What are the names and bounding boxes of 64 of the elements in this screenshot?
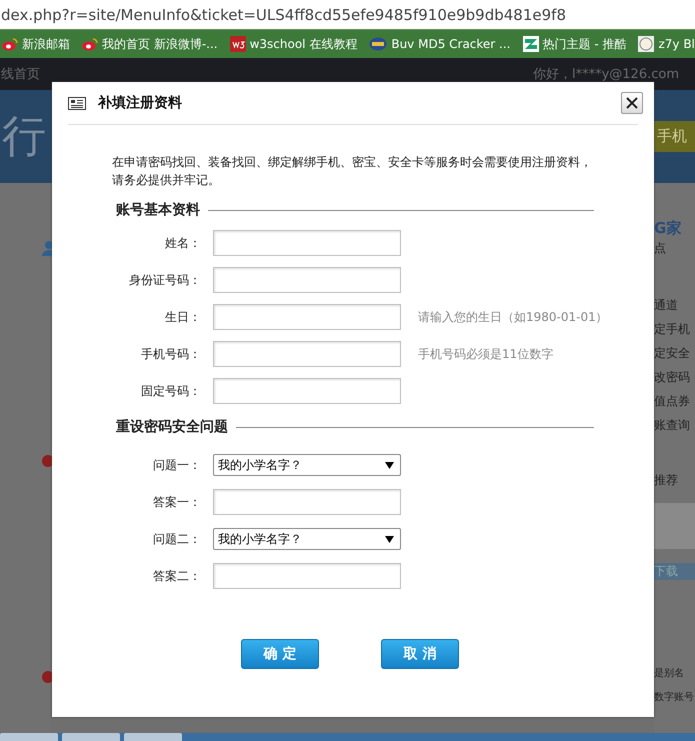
input-field[interactable] bbox=[213, 378, 401, 404]
question-dropdown[interactable]: 我的小学名字？ bbox=[213, 528, 401, 550]
logo-icon bbox=[522, 36, 538, 52]
bookmark[interactable]: Buv MD5 Cracker ... bbox=[369, 37, 510, 51]
field-label: 问题二： bbox=[152, 530, 201, 548]
bookmark[interactable]: w3school 在线教程 bbox=[230, 36, 358, 52]
note-text: 是别名 bbox=[654, 667, 685, 680]
side-link[interactable]: 通道 bbox=[654, 297, 695, 314]
field-label: 答案二： bbox=[152, 568, 201, 584]
field-label: 姓名： bbox=[164, 234, 201, 252]
taskbar-button[interactable] bbox=[124, 733, 182, 741]
address-bar[interactable]: dex.php?r=site/MenuInfo&ticket=ULS4ff8cd55efe9485f910e9b9db481e9f8 bbox=[0, 0, 695, 30]
side-title: G家 bbox=[654, 219, 682, 238]
input-field[interactable] bbox=[213, 563, 401, 589]
side-link[interactable]: 改密码 bbox=[654, 369, 695, 386]
input-field[interactable] bbox=[213, 341, 401, 367]
field-label: 生日： bbox=[164, 308, 201, 326]
banner-title: 行 bbox=[2, 110, 46, 164]
side-link[interactable]: 值点券 bbox=[654, 393, 695, 410]
download-button[interactable]: 下载 bbox=[654, 563, 695, 580]
side-link[interactable]: 账查询 bbox=[654, 417, 695, 434]
intro-text: 在申请密码找回、装备找回、绑定解绑手机、密宝、安全卡等服务时会需要使用注册资料，请务必提供并牢记。 bbox=[112, 154, 593, 189]
section-heading: 账号基本资料 bbox=[116, 201, 200, 219]
bookmark[interactable]: 我的首页 新浪微博-... bbox=[82, 36, 218, 52]
side-link[interactable]: 定手机 bbox=[654, 321, 695, 338]
input-field[interactable] bbox=[213, 304, 401, 330]
caret-icon bbox=[385, 462, 394, 468]
note-text: 数字账号 bbox=[654, 690, 695, 704]
taskbar-button[interactable] bbox=[0, 733, 58, 741]
bookmark[interactable]: z7y Bl bbox=[638, 36, 695, 52]
question-dropdown[interactable]: 我的小学名字？ bbox=[213, 454, 401, 476]
caret-icon bbox=[385, 536, 394, 542]
weibo-icon bbox=[2, 37, 18, 51]
bookmark[interactable]: 新浪邮箱 bbox=[2, 36, 70, 52]
dialog-button[interactable]: 取 消 bbox=[381, 639, 459, 669]
side-heading: 推荐 bbox=[654, 472, 679, 489]
avatar-icon bbox=[638, 36, 654, 52]
side-link[interactable]: 定安全 bbox=[654, 345, 695, 362]
dialog-button[interactable]: 确 定 bbox=[241, 639, 319, 669]
close-icon bbox=[626, 97, 638, 109]
hint-text: 手机号码必须是11位数字 bbox=[418, 346, 554, 362]
input-field[interactable] bbox=[213, 267, 401, 293]
field-label: 手机号码： bbox=[140, 346, 201, 362]
md5-icon bbox=[369, 37, 388, 51]
field-label: 问题一： bbox=[152, 456, 201, 474]
nav-link[interactable]: 线首页 bbox=[1, 65, 40, 83]
bookmark[interactable]: 热门主题 - 推酷 bbox=[522, 36, 626, 52]
field-label: 答案一： bbox=[152, 494, 201, 510]
section-heading: 重设密码安全问题 bbox=[116, 418, 228, 436]
url-text: dex.php?r=site/MenuInfo&ticket=ULS4ff8cd55efe9485f910e9b9db481e9f8 bbox=[1, 6, 566, 24]
field-label: 固定号码： bbox=[140, 382, 201, 400]
side-text: 点 bbox=[654, 240, 667, 257]
taskbar-button[interactable] bbox=[62, 733, 120, 741]
w3-icon bbox=[230, 36, 246, 52]
close-button[interactable] bbox=[621, 92, 643, 114]
hint-text: 请输入您的生日（如1980-01-01） bbox=[418, 308, 608, 326]
image-placeholder bbox=[654, 503, 695, 549]
input-field[interactable] bbox=[213, 230, 401, 256]
form-icon bbox=[68, 96, 86, 110]
greeting-text: 你好，l****y@126.com bbox=[532, 66, 679, 83]
dialog-title: 补填注册资料 bbox=[98, 94, 183, 112]
field-label: 身份证号码： bbox=[128, 272, 201, 288]
input-field[interactable] bbox=[213, 489, 401, 515]
weibo-icon bbox=[82, 37, 98, 51]
